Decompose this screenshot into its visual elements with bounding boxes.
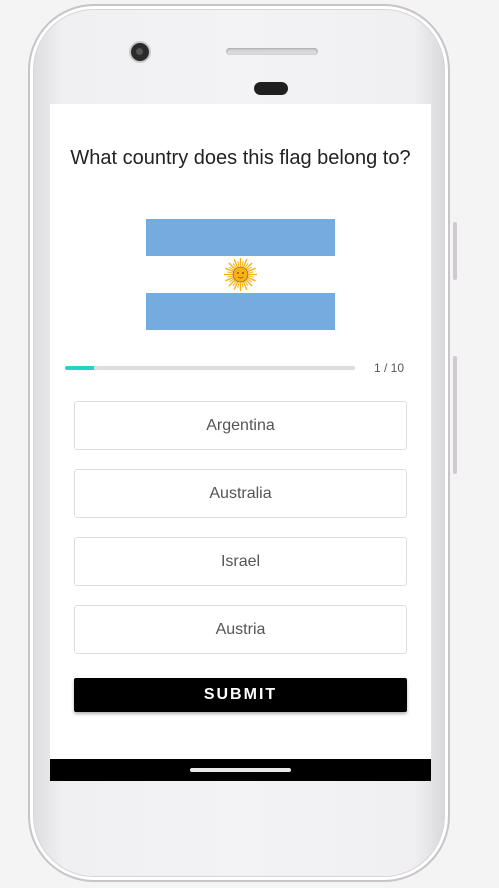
sun-ray xyxy=(248,271,254,274)
answer-option-argentina[interactable]: Argentina xyxy=(74,401,407,450)
sun-ray xyxy=(245,262,253,270)
speaker-grille xyxy=(226,48,318,55)
answer-option-israel[interactable]: Israel xyxy=(74,537,407,586)
sun-ray xyxy=(241,282,244,288)
sun-ray xyxy=(237,261,240,267)
sun-of-may-icon xyxy=(224,258,257,291)
app-screen: What country does this flag belong to? 1… xyxy=(50,104,431,781)
progress-bar xyxy=(65,366,355,370)
flag-band-top xyxy=(146,219,335,256)
progress-bar-fill xyxy=(65,366,94,370)
sun-ray xyxy=(228,262,236,270)
answer-option-austria[interactable]: Austria xyxy=(74,605,407,654)
answer-option-australia[interactable]: Australia xyxy=(74,469,407,518)
progress-counter: 1 / 10 xyxy=(373,361,404,375)
submit-button[interactable]: SUBMIT xyxy=(74,678,407,712)
flag-band-bottom xyxy=(146,293,335,330)
answer-options: Argentina Australia Israel Austria xyxy=(74,401,407,673)
argentina-flag-icon xyxy=(146,219,335,330)
front-camera-icon xyxy=(131,43,149,61)
device-stage: What country does this flag belong to? 1… xyxy=(0,0,499,888)
sun-ray xyxy=(227,271,233,274)
question-text: What country does this flag belong to? xyxy=(70,147,411,169)
power-button[interactable] xyxy=(453,356,457,474)
sun-ray xyxy=(227,275,233,278)
sun-ray xyxy=(248,275,254,278)
sun-ray xyxy=(237,282,240,288)
sun-ray xyxy=(241,261,244,267)
system-nav-bar xyxy=(50,759,431,781)
home-indicator[interactable] xyxy=(190,768,291,772)
sun-ray xyxy=(245,279,253,287)
volume-button[interactable] xyxy=(453,222,457,280)
earpiece-icon xyxy=(254,82,288,95)
sun-ray xyxy=(228,279,236,287)
